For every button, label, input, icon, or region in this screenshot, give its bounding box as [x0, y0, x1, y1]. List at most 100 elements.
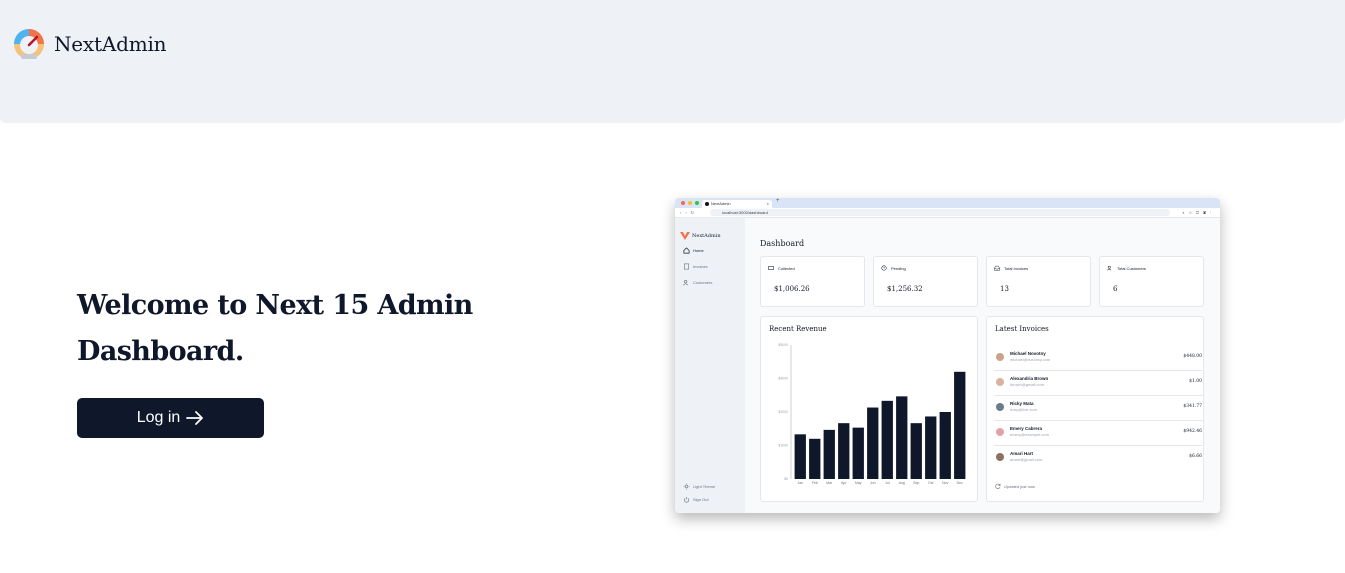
y-tick-label: $5000: [778, 343, 788, 347]
invoice-email: amari@gmail.com: [1010, 457, 1043, 462]
revenue-bar: [823, 429, 835, 479]
invoice-row: Alexandria Brown ibrown@gmail.com $1.00: [994, 371, 1204, 396]
invoice-name: Amari Hart: [1010, 451, 1034, 456]
x-tick-label: Oct: [928, 481, 933, 485]
preview-brand-name: NextAdmin: [692, 233, 721, 239]
stat-card-total-invoices: Total Invoices 13: [986, 256, 1091, 307]
invoice-row: Amari Hart amari@gmail.com $6.66: [994, 446, 1204, 471]
dashboard-preview: NextAdmin × + ‹›↻ localhost:3000/dashboa…: [675, 198, 1220, 513]
y-tick-label: $0: [784, 477, 788, 481]
home-icon: [683, 247, 690, 254]
users-icon: [1107, 265, 1112, 271]
revenue-bar: [910, 423, 922, 479]
invoice-amount: $341.77: [1183, 404, 1202, 409]
x-tick-label: Sep: [913, 481, 919, 485]
stat-card-total-customers: Total Customers 6: [1099, 256, 1204, 307]
clock-icon: [881, 265, 887, 271]
x-tick-label: Feb: [812, 481, 818, 485]
banknote-icon: [768, 266, 774, 270]
invoice-amount: $1.00: [1189, 379, 1202, 384]
avatar: [996, 428, 1004, 436]
sun-icon: [683, 483, 690, 490]
gauge-logo-icon: [14, 29, 44, 59]
sidebar-light-theme: Light Theme: [683, 483, 715, 490]
preview-main: Dashboard Collected $1,006.26 Pending $1…: [745, 218, 1220, 513]
stat-label: Total Invoices: [1004, 265, 1029, 271]
avatar: [996, 353, 1004, 361]
stat-value: 13: [1000, 285, 1009, 293]
invoices-updated: Updated just now: [995, 483, 1035, 489]
updated-label: Updated just now: [1004, 483, 1035, 489]
sidebar-item-home: Home: [683, 247, 704, 254]
invoice-email: ibrown@gmail.com: [1010, 382, 1045, 387]
x-tick-label: Dec: [957, 481, 963, 485]
revenue-bar: [954, 371, 966, 479]
preview-tab-bar: NextAdmin × +: [675, 198, 1220, 208]
x-tick-label: Jan: [797, 481, 803, 485]
invoices-panel: Latest Invoices Michael Novotny michael@…: [986, 316, 1204, 502]
brand-name: NextAdmin: [54, 32, 167, 56]
invoice-name: Ricky Mata: [1010, 401, 1034, 406]
avatar: [996, 453, 1004, 461]
login-button[interactable]: Log in: [77, 398, 264, 438]
sidebar-footer-label: Light Theme: [693, 484, 716, 489]
avatar: [996, 378, 1004, 386]
preview-brand: NextAdmin: [680, 232, 721, 240]
sidebar-item-label: Home: [693, 248, 704, 253]
preview-tab: NextAdmin ×: [702, 200, 772, 208]
preview-page-title: Dashboard: [760, 239, 805, 248]
y-tick-label: $4000: [778, 377, 788, 381]
invoice-row: Emery Cabrera emery@example.com $942.46: [994, 421, 1204, 446]
invoice-name: Alexandria Brown: [1010, 376, 1049, 381]
invoice-email: ricky@live.com: [1010, 407, 1037, 412]
invoice-name: Michael Novotny: [1010, 351, 1046, 356]
brand-link[interactable]: NextAdmin: [12, 28, 167, 60]
power-icon: [683, 496, 690, 503]
x-tick-label: May: [855, 481, 862, 485]
x-tick-label: Jun: [870, 481, 876, 485]
invoice-amount: $6.66: [1189, 454, 1202, 459]
invoice-email: emery@example.com: [1010, 432, 1049, 437]
sidebar-sign-out: Sign Out: [683, 496, 709, 503]
arrow-right-icon: [186, 411, 204, 425]
invoice-amount: $448.00: [1183, 354, 1202, 359]
document-icon: [684, 263, 689, 270]
stat-value: $1,256.32: [887, 285, 923, 293]
revenue-bar: [939, 412, 951, 479]
sidebar-item-label: Customers: [693, 280, 713, 285]
stat-label: Collected: [778, 265, 795, 271]
top-bar: NextAdmin: [0, 0, 1345, 123]
stat-card-pending: Pending $1,256.32: [873, 256, 978, 307]
stat-value: $1,006.26: [774, 285, 810, 293]
sidebar-item-label: Invoices: [693, 264, 708, 269]
invoice-row: Michael Novotny michael@novotny.com $448…: [994, 346, 1204, 371]
stat-card-collected: Collected $1,006.26: [760, 256, 865, 307]
revenue-panel: Recent Revenue $0 $1000 $2000 $4000 $5000 Jan…: [760, 316, 978, 502]
brand-logo-icon: [680, 232, 690, 240]
hero-title: Welcome to Next 15 Admin Dashboard.: [77, 290, 473, 367]
y-tick-label: $2000: [778, 410, 788, 414]
preview-url: localhost:3000/dashboard: [710, 209, 1170, 216]
y-tick-label: $1000: [778, 444, 788, 448]
login-label: Log in: [136, 409, 181, 426]
revenue-bar: [867, 407, 879, 479]
revenue-bar: [881, 400, 893, 479]
invoice-email: michael@novotny.com: [1010, 357, 1051, 362]
revenue-title: Recent Revenue: [769, 325, 827, 333]
inbox-icon: [994, 265, 1000, 271]
revenue-bar: [838, 423, 850, 479]
preview-address-bar: ‹›↻ localhost:3000/dashboard ⌕☆▢▣⋮: [675, 208, 1220, 218]
revenue-bar: [925, 416, 937, 479]
revenue-chart: $0 $1000 $2000 $4000 $5000 Jan Feb Mar Apr May Jun…: [778, 343, 966, 485]
invoice-name: Emery Cabrera: [1010, 426, 1043, 431]
refresh-icon: [995, 483, 1001, 489]
stat-value: 6: [1113, 285, 1118, 293]
sidebar-item-customers: Customers: [683, 279, 712, 286]
revenue-bar: [896, 396, 908, 479]
x-tick-label: Nov: [942, 481, 948, 485]
sidebar-footer-label: Sign Out: [693, 497, 709, 502]
x-tick-label: Aug: [899, 481, 905, 485]
avatar: [996, 403, 1004, 411]
invoice-amount: $942.46: [1183, 429, 1202, 434]
x-tick-label: Mar: [826, 481, 833, 485]
